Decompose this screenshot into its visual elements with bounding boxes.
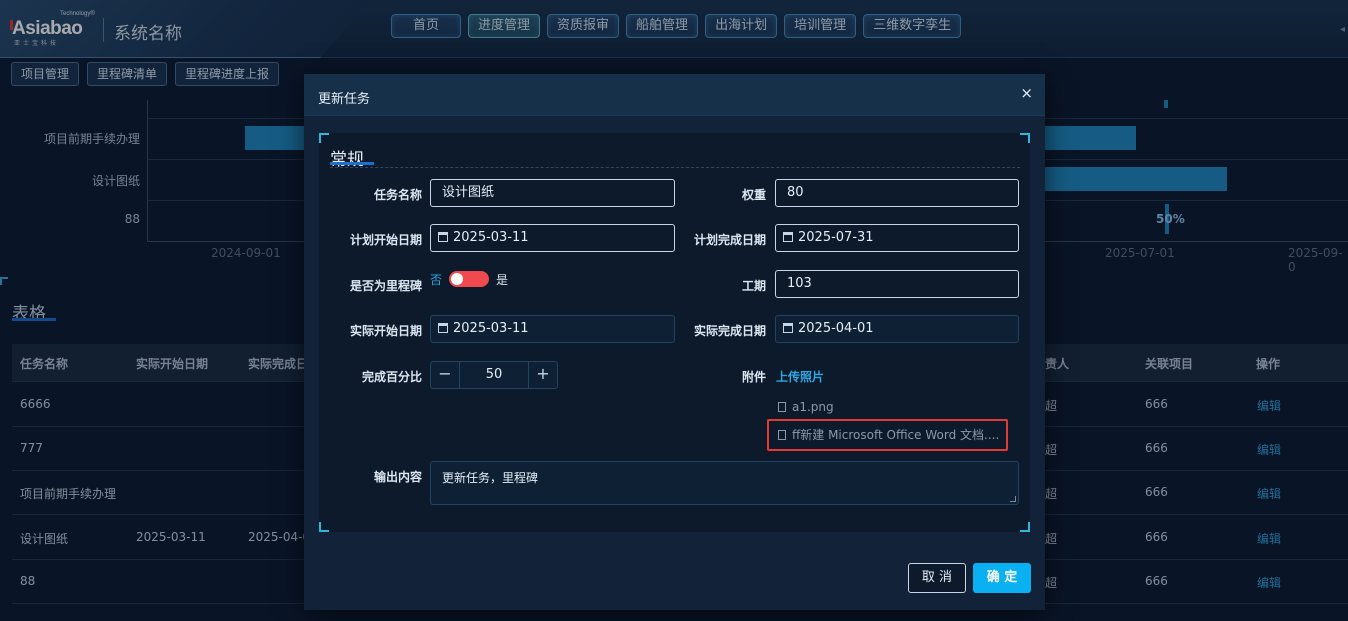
close-icon[interactable]: × bbox=[1020, 84, 1033, 102]
milestone-toggle[interactable] bbox=[449, 271, 489, 287]
attachment-file[interactable]: ff新建 Microsoft Office Word 文档.... bbox=[778, 426, 999, 443]
plan-start-value: 2025-03-11 bbox=[453, 230, 529, 245]
plan-start-date-input[interactable]: 2025-03-11 bbox=[430, 224, 675, 252]
form-panel: 常规 任务名称 设计图纸 权重 80 计划开始日期 2025-03-11 计划完… bbox=[319, 133, 1030, 532]
milestone-off-label: 否 bbox=[430, 273, 443, 287]
actual-end-label: 实际完成日期 bbox=[693, 324, 766, 338]
percent-label: 完成百分比 bbox=[361, 370, 422, 384]
milestone-label: 是否为里程碑 bbox=[349, 279, 422, 293]
corner-decoration bbox=[319, 522, 329, 532]
actual-start-value: 2025-03-11 bbox=[453, 321, 529, 336]
percent-value[interactable]: 50 bbox=[459, 362, 529, 388]
plan-start-label: 计划开始日期 bbox=[349, 233, 422, 247]
weight-label: 权重 bbox=[741, 188, 766, 202]
actual-start-label: 实际开始日期 bbox=[349, 324, 422, 338]
task-name-label: 任务名称 bbox=[373, 188, 422, 202]
update-task-dialog: 更新任务 × 常规 任务名称 设计图纸 权重 80 计划开始日期 2025-03… bbox=[304, 74, 1045, 610]
attachment-file[interactable]: a1.png bbox=[778, 400, 834, 414]
duration-input[interactable]: 103 bbox=[775, 270, 1019, 298]
task-name-input[interactable]: 设计图纸 bbox=[430, 179, 675, 207]
milestone-on-label: 是 bbox=[496, 273, 509, 287]
calendar-icon bbox=[783, 323, 793, 333]
actual-start-date-input[interactable]: 2025-03-11 bbox=[430, 315, 675, 343]
increment-button[interactable]: + bbox=[529, 362, 557, 388]
toggle-knob bbox=[451, 273, 463, 285]
plan-end-value: 2025-07-31 bbox=[798, 230, 874, 245]
weight-input[interactable]: 80 bbox=[775, 179, 1019, 207]
corner-decoration bbox=[1020, 133, 1030, 143]
actual-end-value: 2025-04-01 bbox=[798, 321, 874, 336]
percent-stepper: − 50 + bbox=[430, 361, 558, 389]
plan-end-date-input[interactable]: 2025-07-31 bbox=[775, 224, 1019, 252]
file-icon bbox=[778, 402, 786, 412]
cancel-button[interactable]: 取 消 bbox=[908, 563, 966, 593]
file-icon bbox=[778, 430, 786, 440]
dialog-header: 更新任务 × bbox=[304, 74, 1045, 116]
corner-decoration bbox=[1020, 522, 1030, 532]
corner-decoration bbox=[319, 133, 329, 143]
duration-label: 工期 bbox=[741, 279, 766, 293]
output-value: 更新任务，里程碑 bbox=[442, 471, 539, 485]
calendar-icon bbox=[783, 232, 793, 242]
section-divider bbox=[330, 167, 1020, 168]
plan-end-label: 计划完成日期 bbox=[693, 233, 766, 247]
section-underline bbox=[330, 162, 374, 165]
decrement-button[interactable]: − bbox=[431, 362, 459, 388]
calendar-icon bbox=[438, 232, 448, 242]
upload-photo-link[interactable]: 上传照片 bbox=[776, 368, 824, 385]
confirm-button[interactable]: 确 定 bbox=[973, 563, 1031, 593]
resize-handle-icon[interactable] bbox=[1010, 496, 1016, 502]
actual-end-date-input[interactable]: 2025-04-01 bbox=[775, 315, 1019, 343]
dialog-title: 更新任务 bbox=[318, 92, 371, 107]
attachment-label: 附件 bbox=[741, 370, 766, 384]
calendar-icon bbox=[438, 323, 448, 333]
output-label: 输出内容 bbox=[373, 470, 422, 484]
output-textarea[interactable]: 更新任务，里程碑 bbox=[430, 461, 1019, 505]
